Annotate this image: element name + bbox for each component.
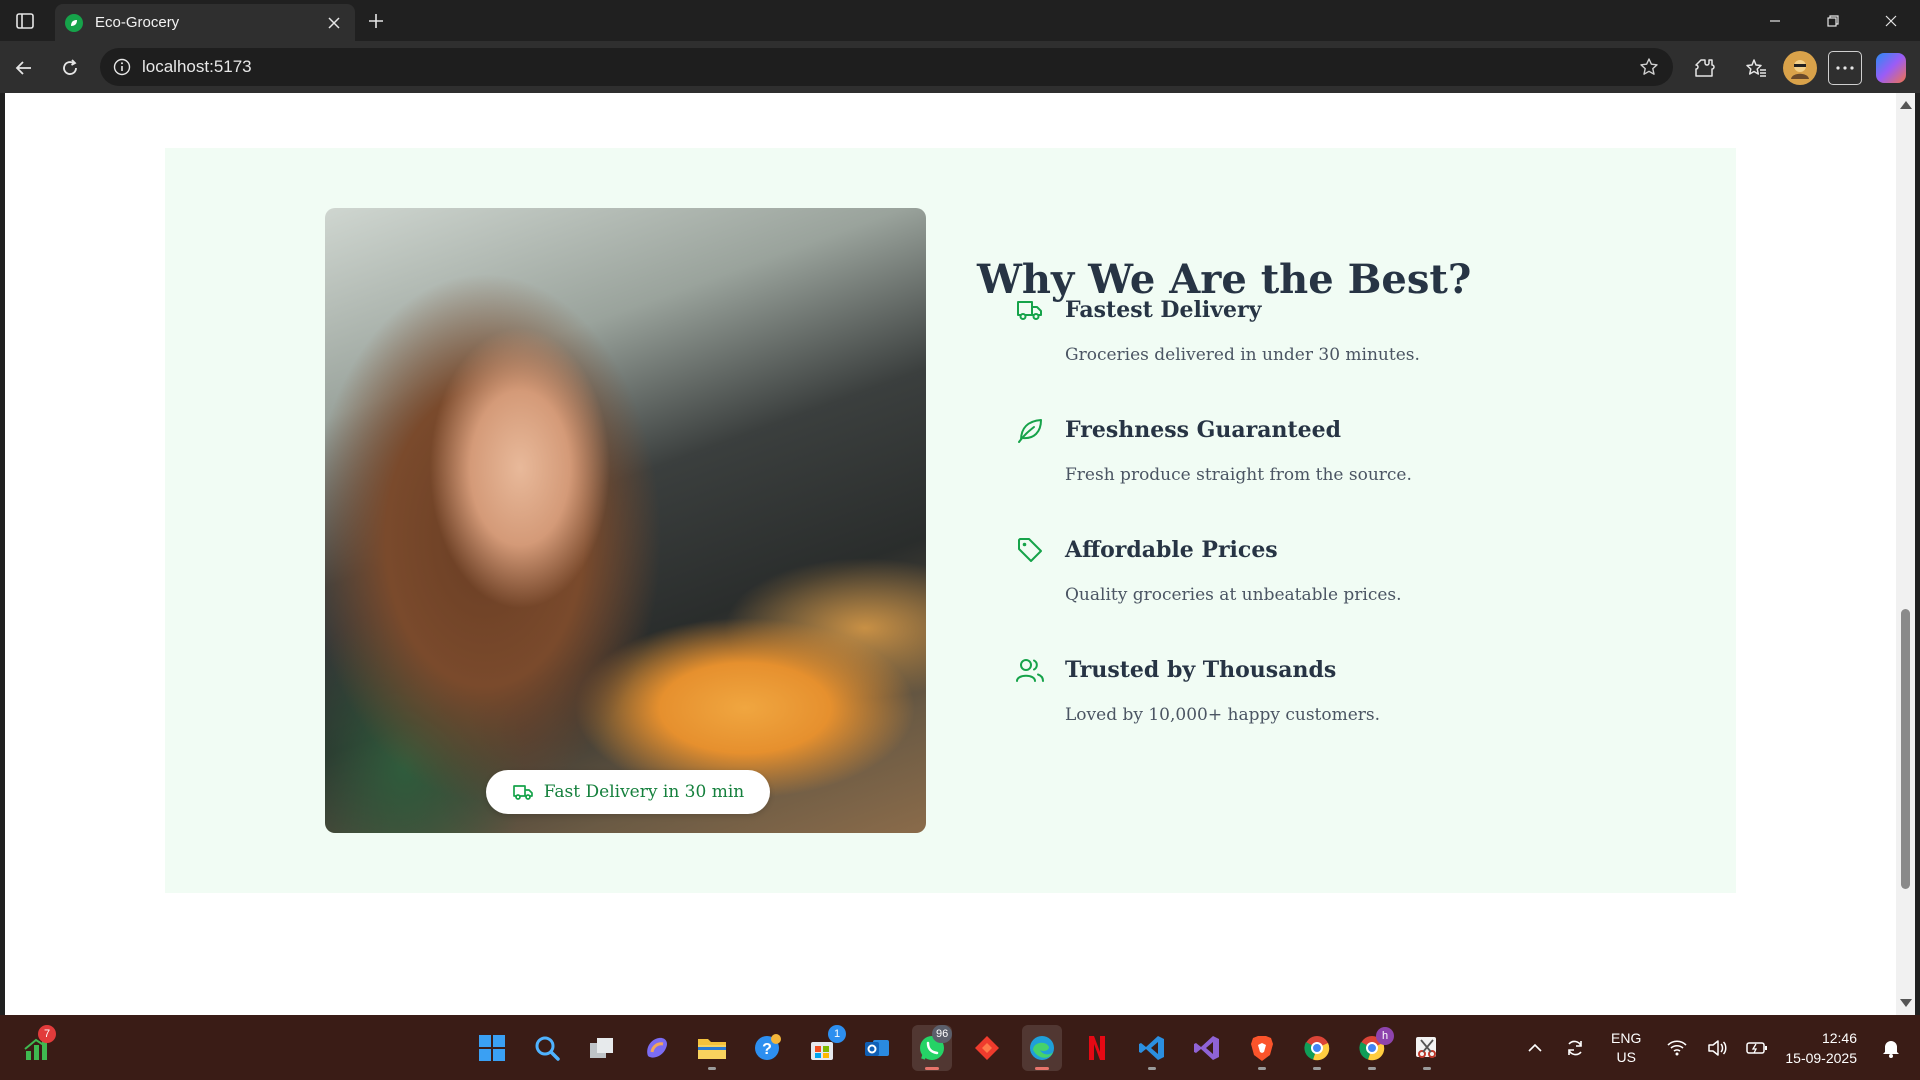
browser-toolbar: localhost:5173 [0, 41, 1920, 93]
page-viewport: Fast Delivery in 30 min Why We Are the B… [5, 93, 1896, 1015]
widgets-badge: 7 [38, 1025, 56, 1043]
close-window-button[interactable] [1862, 0, 1920, 41]
running-indicator [925, 1067, 939, 1070]
brave-icon[interactable] [1242, 1025, 1282, 1071]
section-heading: Why We Are the Best? [977, 256, 1472, 303]
language-region: US [1616, 1048, 1636, 1065]
outlook-icon[interactable] [857, 1025, 897, 1071]
fast-delivery-badge: Fast Delivery in 30 min [486, 770, 770, 814]
tag-icon [1015, 535, 1045, 565]
battery-icon[interactable] [1742, 1033, 1772, 1063]
site-info-icon[interactable] [112, 57, 132, 77]
chrome-icon[interactable] [1297, 1025, 1337, 1071]
clock-date: 15-09-2025 [1785, 1049, 1857, 1066]
running-indicator [1313, 1067, 1321, 1070]
notification-bell-icon[interactable] [1876, 1033, 1906, 1063]
running-indicator [708, 1067, 716, 1070]
chrome-profile-badge: h [1376, 1027, 1394, 1045]
system-tray: ENG US 12:46 15-09-2025 [1515, 1015, 1920, 1080]
sidebar-toggle-icon[interactable] [10, 9, 40, 33]
new-tab-button[interactable] [362, 8, 390, 34]
language-indicator[interactable]: ENG US [1611, 1029, 1641, 1067]
tab-title: Eco-Grocery [95, 14, 180, 31]
leaf-icon [1015, 415, 1045, 445]
refresh-icon[interactable] [54, 52, 86, 84]
snipping-tool-icon[interactable] [1407, 1025, 1447, 1071]
feature-title: Affordable Prices [1065, 537, 1278, 563]
store-badge: 1 [828, 1025, 846, 1043]
microsoft-store-icon[interactable]: 1 [802, 1025, 846, 1071]
extensions-icon[interactable] [1687, 51, 1721, 85]
users-icon [1015, 655, 1045, 685]
show-hidden-icons-icon[interactable] [1520, 1033, 1550, 1063]
volume-icon[interactable] [1702, 1033, 1732, 1063]
feature-title: Freshness Guaranteed [1065, 417, 1342, 443]
truck-icon [1015, 295, 1045, 325]
window-controls [1746, 0, 1920, 41]
more-options-button[interactable] [1828, 51, 1862, 85]
feature-title: Fastest Delivery [1065, 297, 1262, 323]
running-indicator [1423, 1067, 1431, 1070]
favorite-star-icon[interactable] [1637, 55, 1661, 79]
copilot-icon[interactable] [1876, 53, 1906, 83]
file-explorer-icon[interactable] [692, 1025, 732, 1071]
feature-description: Fresh produce straight from the source. [1065, 465, 1412, 485]
taskbar-apps: ? 1 96 h [472, 1025, 1447, 1071]
help-icon[interactable]: ? [747, 1025, 787, 1071]
fast-delivery-badge-text: Fast Delivery in 30 min [543, 782, 745, 802]
chrome-profile-icon[interactable]: h [1352, 1025, 1394, 1071]
language-code: ENG [1611, 1029, 1642, 1046]
copilot-icon[interactable] [637, 1025, 677, 1071]
page-scrollbar[interactable] [1896, 93, 1915, 1015]
running-indicator [1148, 1067, 1156, 1070]
visual-studio-icon[interactable] [1187, 1025, 1227, 1071]
eco-grocery-favicon-icon [65, 13, 83, 32]
profile-avatar[interactable] [1783, 51, 1817, 85]
truck-icon [512, 781, 534, 803]
close-tab-icon[interactable] [323, 12, 345, 34]
clock-time: 12:46 [1821, 1029, 1857, 1046]
wifi-icon[interactable] [1662, 1033, 1692, 1063]
windows-taskbar: 7 ? 1 96 h ENG US 12:46 15-09-2025 [0, 1015, 1920, 1080]
running-indicator [1035, 1067, 1049, 1070]
url-text[interactable]: localhost:5173 [142, 57, 1637, 77]
tab-bar: Eco-Grocery [0, 0, 1920, 41]
feature-description: Groceries delivered in under 30 minutes. [1065, 345, 1420, 365]
edge-icon[interactable] [1022, 1025, 1062, 1071]
shopper-photo: Fast Delivery in 30 min [325, 208, 926, 833]
favorites-icon[interactable] [1739, 51, 1773, 85]
back-icon[interactable] [8, 52, 40, 84]
task-view-icon[interactable] [582, 1025, 622, 1071]
scroll-down-icon[interactable] [1900, 999, 1912, 1007]
running-indicator [1368, 1067, 1376, 1070]
why-best-section: Fast Delivery in 30 min Why We Are the B… [165, 148, 1736, 893]
netflix-icon[interactable] [1077, 1025, 1117, 1071]
clock[interactable]: 12:46 15-09-2025 [1785, 1028, 1857, 1068]
vscode-icon[interactable] [1132, 1025, 1172, 1071]
scroll-up-icon[interactable] [1900, 101, 1912, 109]
minimize-button[interactable] [1746, 0, 1804, 41]
search-icon[interactable] [527, 1025, 567, 1071]
whatsapp-badge: 96 [932, 1025, 953, 1043]
browser-tab[interactable]: Eco-Grocery [55, 4, 355, 41]
running-indicator [1258, 1067, 1266, 1070]
widgets-button[interactable]: 7 [22, 1025, 62, 1069]
feature-description: Quality groceries at unbeatable prices. [1065, 585, 1402, 605]
sync-icon[interactable] [1560, 1033, 1590, 1063]
restore-button[interactable] [1804, 0, 1862, 41]
scrollbar-thumb[interactable] [1901, 609, 1910, 889]
anydesk-icon[interactable] [967, 1025, 1007, 1071]
windows-start-icon[interactable] [472, 1025, 512, 1071]
whatsapp-icon[interactable]: 96 [912, 1025, 953, 1071]
feature-description: Loved by 10,000+ happy customers. [1065, 705, 1381, 725]
svg-text:?: ? [762, 1041, 772, 1058]
address-bar[interactable]: localhost:5173 [100, 48, 1673, 86]
feature-title: Trusted by Thousands [1065, 657, 1337, 683]
